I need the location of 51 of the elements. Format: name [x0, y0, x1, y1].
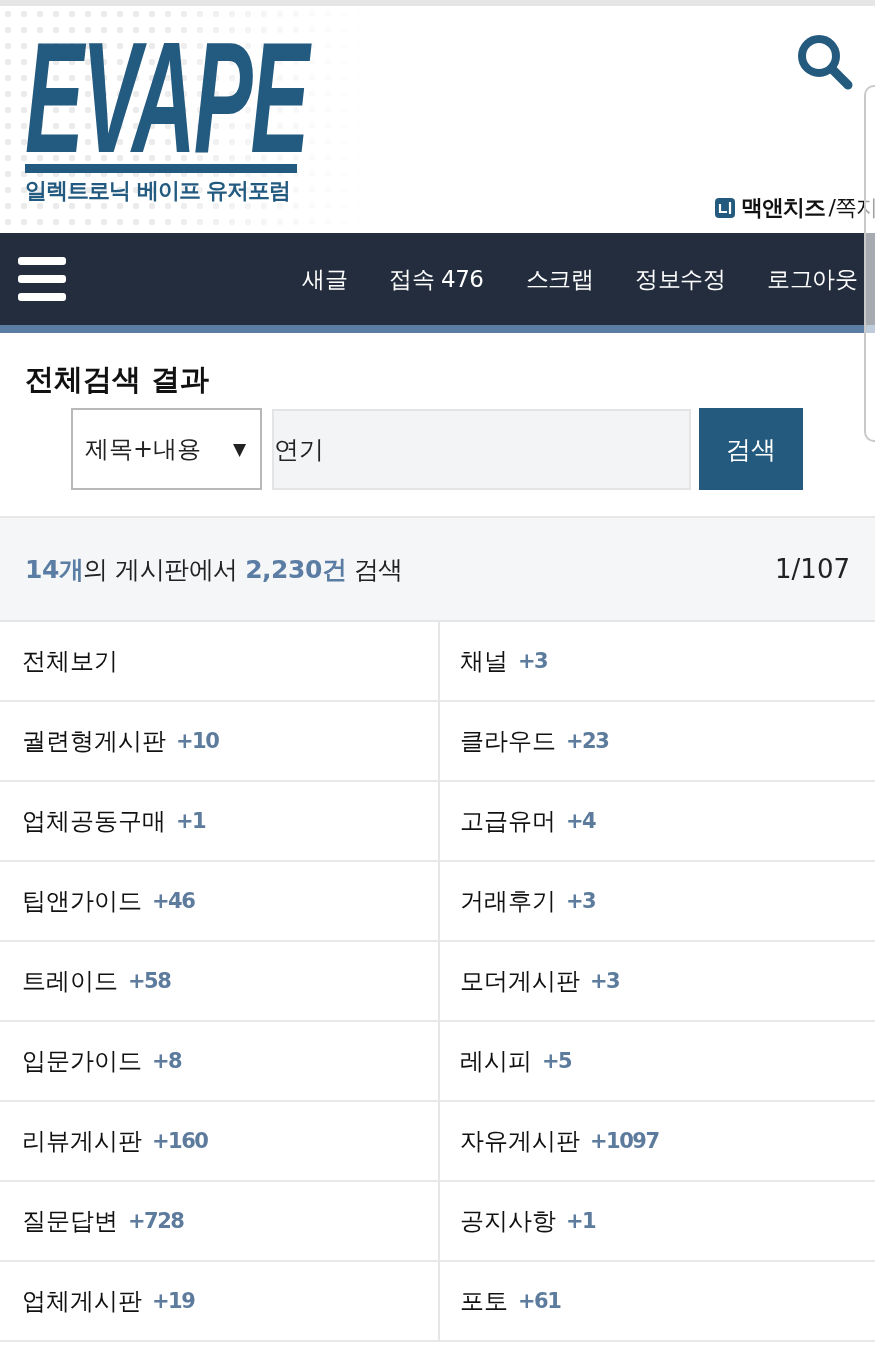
board-link[interactable]: 질문답변 +728 [0, 1182, 440, 1262]
result-count: +728 [128, 1209, 184, 1233]
result-count: +1 [176, 809, 206, 833]
result-count: +1 [566, 1209, 596, 1233]
search-input-field[interactable]: 연기 [272, 408, 691, 490]
logo-tagline: 일렉트로닉 베이프 유저포럼 [25, 177, 291, 205]
board-link[interactable]: 전체보기 [0, 622, 440, 702]
board-link[interactable]: 채널 +3 [440, 622, 875, 702]
level-tile-icon [714, 198, 735, 218]
search-button[interactable]: 검색 [699, 408, 803, 490]
result-count: +10 [176, 729, 219, 753]
board-link[interactable]: 모더게시판 +3 [440, 942, 875, 1022]
result-count: +3 [590, 969, 620, 993]
page-indicator: 1/107 [775, 554, 850, 584]
result-count: +58 [128, 969, 171, 993]
board-link[interactable]: 고급유머 +4 [440, 782, 875, 862]
nav-link[interactable]: 접속 476 [389, 263, 484, 295]
board-link[interactable]: 팁앤가이드 +46 [0, 862, 440, 942]
board-link[interactable]: 클라우드 +23 [440, 702, 875, 782]
nav-link[interactable]: 스크랩 [525, 263, 593, 295]
nav-link[interactable]: 새글 [302, 263, 348, 295]
result-count: +19 [152, 1289, 195, 1313]
result-count: +5 [542, 1049, 572, 1073]
search-scope-dropdown[interactable]: 제목+내용 ▼ [71, 408, 262, 490]
result-count: +160 [152, 1129, 208, 1153]
board-link[interactable]: 공지사항 +1 [440, 1182, 875, 1262]
board-link[interactable]: 레시피 +5 [440, 1022, 875, 1102]
board-link[interactable]: 포토 +61 [440, 1262, 875, 1342]
result-count: +8 [152, 1049, 182, 1073]
board-link[interactable]: 리뷰게시판 +160 [0, 1102, 440, 1182]
board-link[interactable]: 궐련형게시판 +10 [0, 702, 440, 782]
board-link[interactable]: 거래후기 +3 [440, 862, 875, 942]
result-count: +46 [152, 889, 195, 913]
nav-link[interactable]: 정보수정 [635, 263, 725, 295]
search-summary-text: 14개의 게시판에서 2,230건 검색 [25, 553, 403, 586]
username-link[interactable]: 맥앤치즈 [740, 193, 825, 223]
result-count: +1097 [590, 1129, 659, 1153]
board-link[interactable]: 입문가이드 +8 [0, 1022, 440, 1102]
nav-link[interactable]: 로그아웃 [767, 263, 857, 295]
result-count: +4 [566, 809, 596, 833]
result-count: +23 [566, 729, 609, 753]
menu-icon[interactable] [18, 257, 66, 301]
result-count: +61 [518, 1289, 561, 1313]
board-link[interactable]: 자유게시판 +1097 [440, 1102, 875, 1182]
search-results-title: 전체검색 결과 [25, 361, 211, 397]
search-icon[interactable] [797, 34, 853, 90]
board-link[interactable]: 트레이드 +58 [0, 942, 440, 1022]
board-link[interactable]: 업체공동구매 +1 [0, 782, 440, 862]
result-count: +3 [566, 889, 596, 913]
board-link[interactable]: 업체게시판 +19 [0, 1262, 440, 1342]
result-count: +3 [518, 649, 548, 673]
